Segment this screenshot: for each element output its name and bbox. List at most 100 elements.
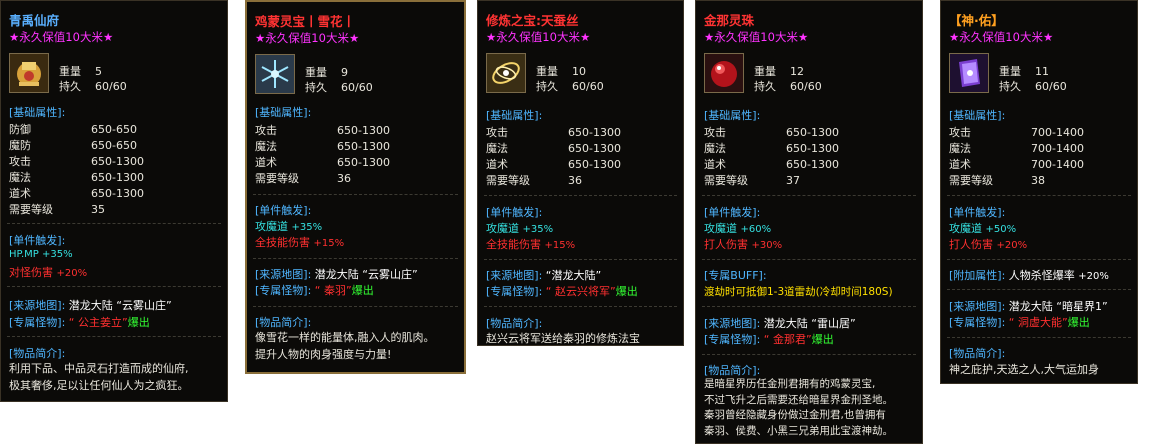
stat-row: 魔法 650-1300 xyxy=(486,142,621,155)
trigger-line: 攻魔道 +50% xyxy=(949,222,1017,235)
item-title: 青禹仙府 xyxy=(9,13,60,28)
purple-book-icon[interactable] xyxy=(949,53,989,93)
divider xyxy=(947,259,1131,261)
red-pearl-icon[interactable] xyxy=(704,53,744,93)
golden-helmet-icon[interactable] xyxy=(9,53,49,93)
divider xyxy=(484,195,677,197)
durability-label: 持久 xyxy=(754,80,776,93)
item-title: 【神·佑】 xyxy=(949,13,1004,28)
item-title: 鸡蒙灵宝丨雪花丨 xyxy=(255,14,356,29)
stat-row: 道术 650-1300 xyxy=(704,158,839,171)
durability-value: 60/60 xyxy=(790,80,822,93)
stat-row: 防御 650-650 xyxy=(9,123,137,136)
durability-label: 持久 xyxy=(59,80,81,93)
divider xyxy=(7,223,221,225)
trigger-line: 攻魔道 +60% xyxy=(704,222,772,235)
divider xyxy=(253,306,458,308)
intro-text: 神之庇护,天选之人,大气运加身 xyxy=(949,363,1099,376)
divider xyxy=(484,306,677,308)
divider xyxy=(947,337,1131,339)
snowflake-icon[interactable] xyxy=(255,54,295,94)
trigger-line: 全技能伤害 +15% xyxy=(255,236,345,249)
item-card-xuehua: 鸡蒙灵宝丨雪花丨 ★永久保值10大米★ 重量 9 持久 60/60 [基础属性]: … xyxy=(245,0,466,374)
durability-label: 持久 xyxy=(999,80,1021,93)
stat-row: 攻击 650-1300 xyxy=(9,155,144,168)
stat-row: 攻击 650-1300 xyxy=(486,126,621,139)
source-map-row: [来源地图]: “潜龙大陆” xyxy=(486,269,602,282)
item-tag: ★永久保值10大米★ xyxy=(704,30,809,44)
item-tag: ★永久保值10大米★ xyxy=(486,30,591,44)
trigger-header: [单件触发]: xyxy=(486,206,543,219)
base-attr-header: [基础属性]: xyxy=(949,109,1006,122)
base-attr-header: [基础属性]: xyxy=(9,106,66,119)
intro-header: [物品简介]: xyxy=(255,316,312,329)
trigger-header: [单件触发]: xyxy=(255,204,312,217)
weight-label: 重量 xyxy=(59,65,81,78)
item-card-shenyou: 【神·佑】 ★永久保值10大米★ 重量 11 持久 60/60 [基础属性]: 攻击… xyxy=(940,0,1138,384)
source-map-row: [来源地图]: 潜龙大陆 “云雾山庄” xyxy=(9,299,172,312)
monster-row: [专属怪物]: “ 洞虚大能”爆出 xyxy=(949,316,1090,329)
durability-value: 60/60 xyxy=(1035,80,1067,93)
item-tag: ★永久保值10大米★ xyxy=(255,31,360,45)
divider xyxy=(7,336,221,338)
durability-value: 60/60 xyxy=(341,81,373,94)
divider xyxy=(253,194,458,196)
divider xyxy=(702,195,916,197)
monster-row: [专属怪物]: “ 秦羽”爆出 xyxy=(255,284,374,297)
stat-row: 需要等级 37 xyxy=(704,174,800,187)
source-map-row: [来源地图]: 潜龙大陆 “雷山居” xyxy=(704,317,856,330)
weight-value: 12 xyxy=(790,65,804,78)
divider xyxy=(702,354,916,356)
trigger-line: 打人伤害 +30% xyxy=(704,238,783,251)
item-tag: ★永久保值10大米★ xyxy=(9,30,114,44)
weight-value: 10 xyxy=(572,65,586,78)
base-attr-header: [基础属性]: xyxy=(255,106,312,119)
trigger-line: 攻魔道 +35% xyxy=(255,220,323,233)
silk-thread-icon[interactable] xyxy=(486,53,526,93)
base-attr-header: [基础属性]: xyxy=(704,109,761,122)
base-attr-header: [基础属性]: xyxy=(486,109,543,122)
divider xyxy=(702,259,916,261)
durability-label: 持久 xyxy=(305,81,327,94)
intro-text: 像雪花一样的能量体,融入人的肌肉。 提升人物的肉身强度与力量! xyxy=(255,331,435,361)
stat-row: 道术 650-1300 xyxy=(486,158,621,171)
monster-row: [专属怪物]: “ 公主姜立”爆出 xyxy=(9,316,150,329)
item-title: 金那灵珠 xyxy=(704,13,755,28)
stat-row: 魔法 700-1400 xyxy=(949,142,1084,155)
stat-row: 攻击 700-1400 xyxy=(949,126,1084,139)
durability-label: 持久 xyxy=(536,80,558,93)
divider xyxy=(947,289,1131,291)
stat-row: 魔防 650-650 xyxy=(9,139,137,152)
source-map-row: [来源地图]: 潜龙大陆 “暗星界1” xyxy=(949,300,1108,313)
stat-row: 需要等级 38 xyxy=(949,174,1045,187)
stat-row: 攻击 650-1300 xyxy=(255,124,390,137)
weight-label: 重量 xyxy=(536,65,558,78)
stat-row: 道术 650-1300 xyxy=(255,156,390,169)
extra-attr-row: [附加属性]: 人物杀怪爆率 +20% xyxy=(949,269,1109,282)
divider xyxy=(702,306,916,308)
buff-header: [专属BUFF]: xyxy=(704,269,767,282)
buff-text: 渡劫时可抵御1-3道雷劫(冷却时间180S) xyxy=(704,286,893,298)
stat-row: 道术 650-1300 xyxy=(9,187,144,200)
divider xyxy=(484,259,677,261)
intro-header: [物品简介]: xyxy=(9,347,66,360)
intro-header: [物品简介]: xyxy=(949,347,1006,360)
trigger-line: 对怪伤害 +20% xyxy=(9,266,88,279)
stat-row: 道术 700-1400 xyxy=(949,158,1084,171)
durability-value: 60/60 xyxy=(572,80,604,93)
weight-label: 重量 xyxy=(754,65,776,78)
item-card-qingyu: 青禹仙府 ★永久保值10大米★ 重量 5 持久 60/60 [基础属性]: 防御 65… xyxy=(0,0,228,402)
stat-row: 需要等级 35 xyxy=(9,203,105,216)
weight-value: 9 xyxy=(341,66,348,79)
trigger-header: [单件触发]: xyxy=(949,206,1006,219)
stat-row: 需要等级 36 xyxy=(486,174,582,187)
stat-row: 需要等级 36 xyxy=(255,172,351,185)
durability-value: 60/60 xyxy=(95,80,127,93)
stat-row: 魔法 650-1300 xyxy=(9,171,144,184)
trigger-line: HP.MP +35% xyxy=(9,249,73,260)
monster-row: [专属怪物]: “ 金那君”爆出 xyxy=(704,333,834,346)
intro-text: 赵兴云将军送给秦羽的修炼法宝 xyxy=(486,332,640,345)
stat-row: 魔法 650-1300 xyxy=(704,142,839,155)
intro-header: [物品简介]: xyxy=(704,364,761,377)
weight-value: 11 xyxy=(1035,65,1049,78)
